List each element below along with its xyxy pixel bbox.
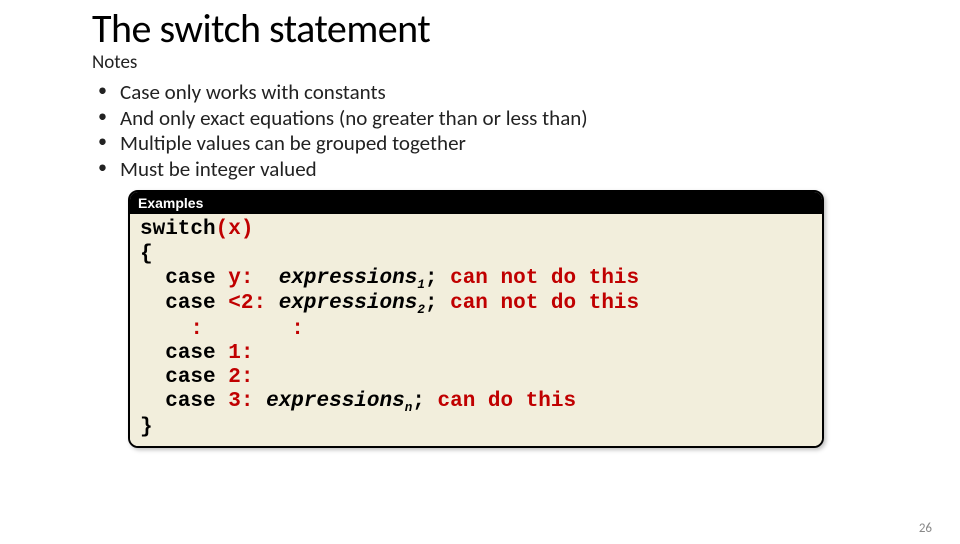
keyword-case: case: [165, 342, 215, 365]
colon: :: [253, 292, 266, 315]
code-header: Examples: [130, 192, 822, 214]
colon: :: [241, 267, 254, 290]
paren-close: ): [241, 218, 254, 241]
list-item: Multiple values can be grouped together: [92, 131, 960, 157]
var-x: x: [228, 218, 241, 241]
page-number: 26: [919, 521, 932, 536]
semicolon: ;: [425, 292, 438, 315]
case-val-lt2: <2: [228, 292, 253, 315]
list-item: Must be integer valued: [92, 157, 960, 183]
slide-title: The switch statement: [92, 4, 960, 53]
case-val-y: y: [228, 267, 241, 290]
expression: expressionsn: [266, 390, 412, 413]
keyword-case: case: [165, 292, 215, 315]
expression: expressions2: [279, 292, 425, 315]
colon: :: [241, 342, 254, 365]
keyword-case: case: [165, 366, 215, 389]
vertical-dots: :: [291, 318, 304, 341]
case-val-2: 2: [228, 366, 241, 389]
semicolon: ;: [425, 267, 438, 290]
list-item: And only exact equations (no greater tha…: [92, 106, 960, 132]
semicolon: ;: [412, 390, 425, 413]
vertical-dots: :: [190, 318, 203, 341]
paren-open: (: [216, 218, 229, 241]
keyword-switch: switch: [140, 218, 216, 241]
colon: :: [241, 366, 254, 389]
code-example-box: Examples switch(x) { case y: expressions…: [128, 190, 824, 448]
brace-open: {: [140, 243, 153, 266]
keyword-case: case: [165, 267, 215, 290]
code-body: switch(x) { case y: expressions1; can no…: [130, 214, 822, 446]
keyword-case: case: [165, 390, 215, 413]
expression: expressions1: [279, 267, 425, 290]
bullet-list: Case only works with constants And only …: [92, 80, 960, 182]
note-can: can do this: [437, 390, 576, 413]
slide-subtitle: Notes: [92, 51, 960, 74]
brace-close: }: [140, 416, 153, 439]
note-cannot: can not do this: [450, 292, 639, 315]
case-val-1: 1: [228, 342, 241, 365]
note-cannot: can not do this: [450, 267, 639, 290]
list-item: Case only works with constants: [92, 80, 960, 106]
case-val-3: 3: [228, 390, 241, 413]
colon: :: [241, 390, 254, 413]
